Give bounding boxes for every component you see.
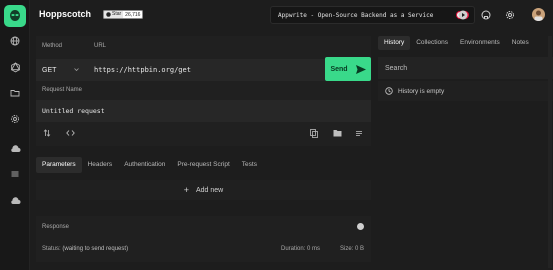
tab-parameters[interactable]: Parameters bbox=[36, 157, 82, 173]
code-icon bbox=[65, 129, 75, 137]
globe-icon bbox=[10, 36, 20, 46]
add-new-label: Add new bbox=[196, 186, 224, 194]
right-panel-tabs: History Collections Environments Notes bbox=[378, 36, 535, 50]
more-button[interactable] bbox=[354, 128, 364, 138]
response-status: Status: (waiting to send request) bbox=[42, 246, 128, 252]
clock-icon bbox=[385, 87, 393, 95]
gear-icon bbox=[10, 114, 20, 124]
history-empty-text: History is empty bbox=[398, 87, 445, 95]
history-search-input[interactable]: Search bbox=[378, 57, 553, 79]
avatar[interactable] bbox=[532, 8, 545, 21]
gear-icon bbox=[505, 10, 515, 20]
request-name-label: Request Name bbox=[42, 87, 83, 93]
status-value: (waiting to send request) bbox=[62, 246, 129, 252]
save-to-folder-button[interactable] bbox=[332, 128, 342, 138]
tab-notes[interactable]: Notes bbox=[506, 36, 535, 50]
app-header: Hoppscotch Star 26,716 Appwrite - Open-S… bbox=[30, 0, 553, 31]
method-value: GET bbox=[42, 66, 57, 74]
url-label: URL bbox=[94, 43, 107, 49]
scrollbar[interactable] bbox=[548, 36, 552, 268]
duration-label: Duration: bbox=[281, 246, 306, 252]
star-count: 26,716 bbox=[123, 11, 143, 18]
sort-button[interactable] bbox=[42, 128, 52, 138]
tab-headers[interactable]: Headers bbox=[82, 157, 119, 173]
method-label: Method bbox=[42, 43, 63, 49]
github-button[interactable] bbox=[480, 9, 492, 21]
star-label: Star bbox=[112, 11, 122, 17]
copy-button[interactable] bbox=[309, 128, 319, 138]
play-circle-icon bbox=[458, 10, 468, 20]
code-button[interactable] bbox=[65, 128, 75, 138]
app-title: Hoppscotch bbox=[39, 9, 92, 19]
rail-settings-button[interactable] bbox=[4, 108, 26, 130]
response-status-dot-icon bbox=[357, 223, 364, 230]
promo-banner[interactable]: Appwrite - Open-Source Backend as a Serv… bbox=[270, 6, 475, 24]
send-label: Send bbox=[330, 65, 348, 73]
rail-cloud-download-button[interactable] bbox=[4, 190, 26, 212]
promo-text: Appwrite - Open-Source Backend as a Serv… bbox=[278, 11, 434, 19]
left-rail bbox=[0, 0, 30, 270]
tab-authentication[interactable]: Authentication bbox=[118, 157, 171, 173]
size-label: Size: bbox=[340, 246, 354, 252]
tab-history[interactable]: History bbox=[378, 36, 411, 50]
add-parameter-button[interactable]: + Add new bbox=[36, 180, 371, 200]
url-input[interactable]: https://httpbin.org/get bbox=[88, 59, 325, 81]
size-value: 0 B bbox=[355, 246, 365, 252]
settings-button[interactable] bbox=[504, 9, 516, 21]
copy-icon bbox=[310, 128, 318, 138]
cloud-upload-icon bbox=[10, 144, 21, 154]
response-size: Size: 0 B bbox=[340, 246, 364, 252]
rail-sliders-button[interactable] bbox=[4, 163, 26, 185]
rail-cloud-upload-button[interactable] bbox=[4, 138, 26, 160]
status-label: Status: bbox=[42, 246, 61, 252]
response-duration: Duration: 0 ms bbox=[281, 246, 320, 252]
request-tabs: Parameters Headers Authentication Pre-re… bbox=[36, 157, 263, 173]
duration-value: 0 ms bbox=[307, 246, 321, 252]
chevron-down-icon bbox=[74, 67, 79, 74]
right-panel: History Collections Environments Notes S… bbox=[378, 33, 553, 270]
menu-lines-icon bbox=[355, 129, 363, 137]
folder-plus-icon bbox=[333, 129, 342, 137]
history-empty-message: History is empty bbox=[378, 81, 553, 101]
rail-graphql-button[interactable] bbox=[4, 56, 26, 78]
graphql-icon bbox=[10, 61, 21, 73]
tab-tests[interactable]: Tests bbox=[236, 157, 263, 173]
hoppscotch-logo[interactable] bbox=[4, 5, 26, 27]
tab-environments[interactable]: Environments bbox=[454, 36, 506, 50]
github-icon bbox=[106, 12, 111, 17]
cloud-download-icon bbox=[10, 196, 21, 206]
sort-arrows-icon bbox=[43, 129, 51, 137]
sliders-icon bbox=[10, 169, 20, 179]
github-icon bbox=[481, 10, 491, 20]
method-select[interactable]: GET bbox=[36, 59, 88, 81]
github-star-badge[interactable]: Star 26,716 bbox=[103, 10, 144, 19]
support-button[interactable] bbox=[457, 9, 469, 21]
response-panel: Response Status: (waiting to send reques… bbox=[36, 216, 371, 262]
folder-icon bbox=[10, 88, 20, 98]
request-panel: Method URL GET https://httpbin.org/get S… bbox=[36, 36, 371, 146]
send-arrow-icon bbox=[355, 64, 366, 74]
rail-rest-button[interactable] bbox=[4, 30, 26, 52]
response-title: Response bbox=[42, 224, 70, 230]
tab-pre-request-script[interactable]: Pre-request Script bbox=[171, 157, 235, 173]
alien-logo-icon bbox=[10, 10, 20, 21]
plus-icon: + bbox=[183, 185, 189, 195]
rail-collections-button[interactable] bbox=[4, 82, 26, 104]
tab-collections[interactable]: Collections bbox=[410, 36, 454, 50]
request-name-input[interactable]: Untitled request bbox=[36, 100, 371, 122]
send-button[interactable]: Send bbox=[325, 57, 371, 81]
